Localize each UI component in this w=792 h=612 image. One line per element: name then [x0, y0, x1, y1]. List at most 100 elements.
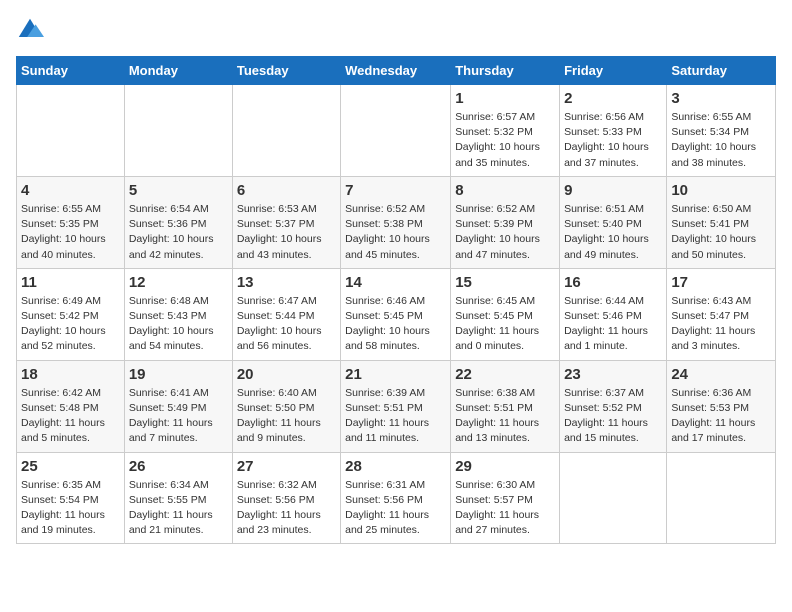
day-info: Sunrise: 6:47 AM Sunset: 5:44 PM Dayligh… — [237, 294, 336, 355]
calendar-cell: 29 Sunrise: 6:30 AM Sunset: 5:57 PM Dayli… — [451, 452, 560, 544]
day-info: Sunrise: 6:42 AM Sunset: 5:48 PM Dayligh… — [21, 386, 120, 447]
calendar-week-5: 25Sunrise: 6:35 AM Sunset: 5:54 PM Dayli… — [17, 452, 776, 544]
logo-icon — [16, 16, 44, 44]
calendar-cell: 15 Sunrise: 6:45 AM Sunset: 5:45 PM Dayli… — [451, 268, 560, 360]
calendar-week-1: 1 Sunrise: 6:57 AM Sunset: 5:32 PM Daylig… — [17, 85, 776, 177]
calendar-cell: 25Sunrise: 6:35 AM Sunset: 5:54 PM Dayli… — [17, 452, 125, 544]
calendar-cell: 19 Sunrise: 6:41 AM Sunset: 5:49 PM Dayli… — [124, 360, 232, 452]
day-number: 19 — [129, 366, 228, 383]
calendar-cell: 13 Sunrise: 6:47 AM Sunset: 5:44 PM Dayli… — [232, 268, 340, 360]
day-info: Sunrise: 6:57 AM Sunset: 5:32 PM Dayligh… — [455, 110, 555, 171]
day-number: 17 — [671, 274, 771, 291]
day-number: 7 — [345, 182, 446, 199]
calendar-cell: 4 Sunrise: 6:55 AM Sunset: 5:35 PM Daylig… — [17, 176, 125, 268]
calendar-cell — [341, 85, 451, 177]
day-info: Sunrise: 6:37 AM Sunset: 5:52 PM Dayligh… — [564, 386, 662, 447]
day-number: 28 — [345, 458, 446, 475]
header-friday: Friday — [560, 57, 667, 85]
calendar-cell — [667, 452, 776, 544]
day-number: 9 — [564, 182, 662, 199]
day-number: 8 — [455, 182, 555, 199]
calendar-cell: 6 Sunrise: 6:53 AM Sunset: 5:37 PM Daylig… — [232, 176, 340, 268]
calendar-cell: 21 Sunrise: 6:39 AM Sunset: 5:51 PM Dayli… — [341, 360, 451, 452]
day-info: Sunrise: 6:53 AM Sunset: 5:37 PM Dayligh… — [237, 202, 336, 263]
day-info: Sunrise: 6:51 AM Sunset: 5:40 PM Dayligh… — [564, 202, 662, 263]
day-info: Sunrise: 6:40 AM Sunset: 5:50 PM Dayligh… — [237, 386, 336, 447]
day-info: Sunrise: 6:39 AM Sunset: 5:51 PM Dayligh… — [345, 386, 446, 447]
day-number: 29 — [455, 458, 555, 475]
day-info: Sunrise: 6:55 AM Sunset: 5:34 PM Dayligh… — [671, 110, 771, 171]
day-info: Sunrise: 6:46 AM Sunset: 5:45 PM Dayligh… — [345, 294, 446, 355]
day-info: Sunrise: 6:35 AM Sunset: 5:54 PM Dayligh… — [21, 478, 120, 539]
calendar-week-2: 4 Sunrise: 6:55 AM Sunset: 5:35 PM Daylig… — [17, 176, 776, 268]
header-thursday: Thursday — [451, 57, 560, 85]
day-number: 2 — [564, 90, 662, 107]
calendar-cell: 22Sunrise: 6:38 AM Sunset: 5:51 PM Dayli… — [451, 360, 560, 452]
page-header — [16, 16, 776, 44]
day-info: Sunrise: 6:52 AM Sunset: 5:38 PM Dayligh… — [345, 202, 446, 263]
header-saturday: Saturday — [667, 57, 776, 85]
day-number: 21 — [345, 366, 446, 383]
calendar-cell: 9 Sunrise: 6:51 AM Sunset: 5:40 PM Daylig… — [560, 176, 667, 268]
calendar-cell: 5 Sunrise: 6:54 AM Sunset: 5:36 PM Daylig… — [124, 176, 232, 268]
header-wednesday: Wednesday — [341, 57, 451, 85]
day-info: Sunrise: 6:48 AM Sunset: 5:43 PM Dayligh… — [129, 294, 228, 355]
calendar-week-3: 11Sunrise: 6:49 AM Sunset: 5:42 PM Dayli… — [17, 268, 776, 360]
day-info: Sunrise: 6:41 AM Sunset: 5:49 PM Dayligh… — [129, 386, 228, 447]
day-number: 26 — [129, 458, 228, 475]
day-number: 12 — [129, 274, 228, 291]
day-info: Sunrise: 6:55 AM Sunset: 5:35 PM Dayligh… — [21, 202, 120, 263]
day-number: 6 — [237, 182, 336, 199]
calendar-cell: 20Sunrise: 6:40 AM Sunset: 5:50 PM Dayli… — [232, 360, 340, 452]
calendar-cell: 18 Sunrise: 6:42 AM Sunset: 5:48 PM Dayli… — [17, 360, 125, 452]
day-info: Sunrise: 6:30 AM Sunset: 5:57 PM Dayligh… — [455, 478, 555, 539]
day-number: 23 — [564, 366, 662, 383]
calendar-cell: 8 Sunrise: 6:52 AM Sunset: 5:39 PM Daylig… — [451, 176, 560, 268]
calendar-cell: 14 Sunrise: 6:46 AM Sunset: 5:45 PM Dayli… — [341, 268, 451, 360]
day-info: Sunrise: 6:43 AM Sunset: 5:47 PM Dayligh… — [671, 294, 771, 355]
day-number: 5 — [129, 182, 228, 199]
day-info: Sunrise: 6:44 AM Sunset: 5:46 PM Dayligh… — [564, 294, 662, 355]
header-monday: Monday — [124, 57, 232, 85]
calendar-table: SundayMondayTuesdayWednesdayThursdayFrid… — [16, 56, 776, 544]
day-number: 10 — [671, 182, 771, 199]
calendar-cell: 7 Sunrise: 6:52 AM Sunset: 5:38 PM Daylig… — [341, 176, 451, 268]
calendar-cell: 10 Sunrise: 6:50 AM Sunset: 5:41 PM Dayli… — [667, 176, 776, 268]
day-info: Sunrise: 6:36 AM Sunset: 5:53 PM Dayligh… — [671, 386, 771, 447]
day-number: 18 — [21, 366, 120, 383]
day-number: 14 — [345, 274, 446, 291]
calendar-cell: 3 Sunrise: 6:55 AM Sunset: 5:34 PM Daylig… — [667, 85, 776, 177]
calendar-cell: 23 Sunrise: 6:37 AM Sunset: 5:52 PM Dayli… — [560, 360, 667, 452]
day-number: 15 — [455, 274, 555, 291]
day-info: Sunrise: 6:50 AM Sunset: 5:41 PM Dayligh… — [671, 202, 771, 263]
day-info: Sunrise: 6:32 AM Sunset: 5:56 PM Dayligh… — [237, 478, 336, 539]
day-info: Sunrise: 6:56 AM Sunset: 5:33 PM Dayligh… — [564, 110, 662, 171]
logo — [16, 16, 48, 44]
day-info: Sunrise: 6:54 AM Sunset: 5:36 PM Dayligh… — [129, 202, 228, 263]
day-number: 1 — [455, 90, 555, 107]
calendar-cell: 16 Sunrise: 6:44 AM Sunset: 5:46 PM Dayli… — [560, 268, 667, 360]
day-number: 27 — [237, 458, 336, 475]
day-number: 16 — [564, 274, 662, 291]
day-number: 11 — [21, 274, 120, 291]
calendar-cell: 12 Sunrise: 6:48 AM Sunset: 5:43 PM Dayli… — [124, 268, 232, 360]
calendar-cell: 26 Sunrise: 6:34 AM Sunset: 5:55 PM Dayli… — [124, 452, 232, 544]
day-info: Sunrise: 6:45 AM Sunset: 5:45 PM Dayligh… — [455, 294, 555, 355]
calendar-cell: 1 Sunrise: 6:57 AM Sunset: 5:32 PM Daylig… — [451, 85, 560, 177]
calendar-cell: 28Sunrise: 6:31 AM Sunset: 5:56 PM Dayli… — [341, 452, 451, 544]
calendar-header-row: SundayMondayTuesdayWednesdayThursdayFrid… — [17, 57, 776, 85]
calendar-cell: 11Sunrise: 6:49 AM Sunset: 5:42 PM Dayli… — [17, 268, 125, 360]
day-number: 3 — [671, 90, 771, 107]
calendar-cell: 17 Sunrise: 6:43 AM Sunset: 5:47 PM Dayli… — [667, 268, 776, 360]
calendar-cell — [232, 85, 340, 177]
day-info: Sunrise: 6:52 AM Sunset: 5:39 PM Dayligh… — [455, 202, 555, 263]
calendar-cell — [17, 85, 125, 177]
calendar-cell: 2 Sunrise: 6:56 AM Sunset: 5:33 PM Daylig… — [560, 85, 667, 177]
day-number: 4 — [21, 182, 120, 199]
day-number: 13 — [237, 274, 336, 291]
header-sunday: Sunday — [17, 57, 125, 85]
calendar-cell — [560, 452, 667, 544]
day-number: 22 — [455, 366, 555, 383]
calendar-cell: 27 Sunrise: 6:32 AM Sunset: 5:56 PM Dayli… — [232, 452, 340, 544]
day-info: Sunrise: 6:34 AM Sunset: 5:55 PM Dayligh… — [129, 478, 228, 539]
